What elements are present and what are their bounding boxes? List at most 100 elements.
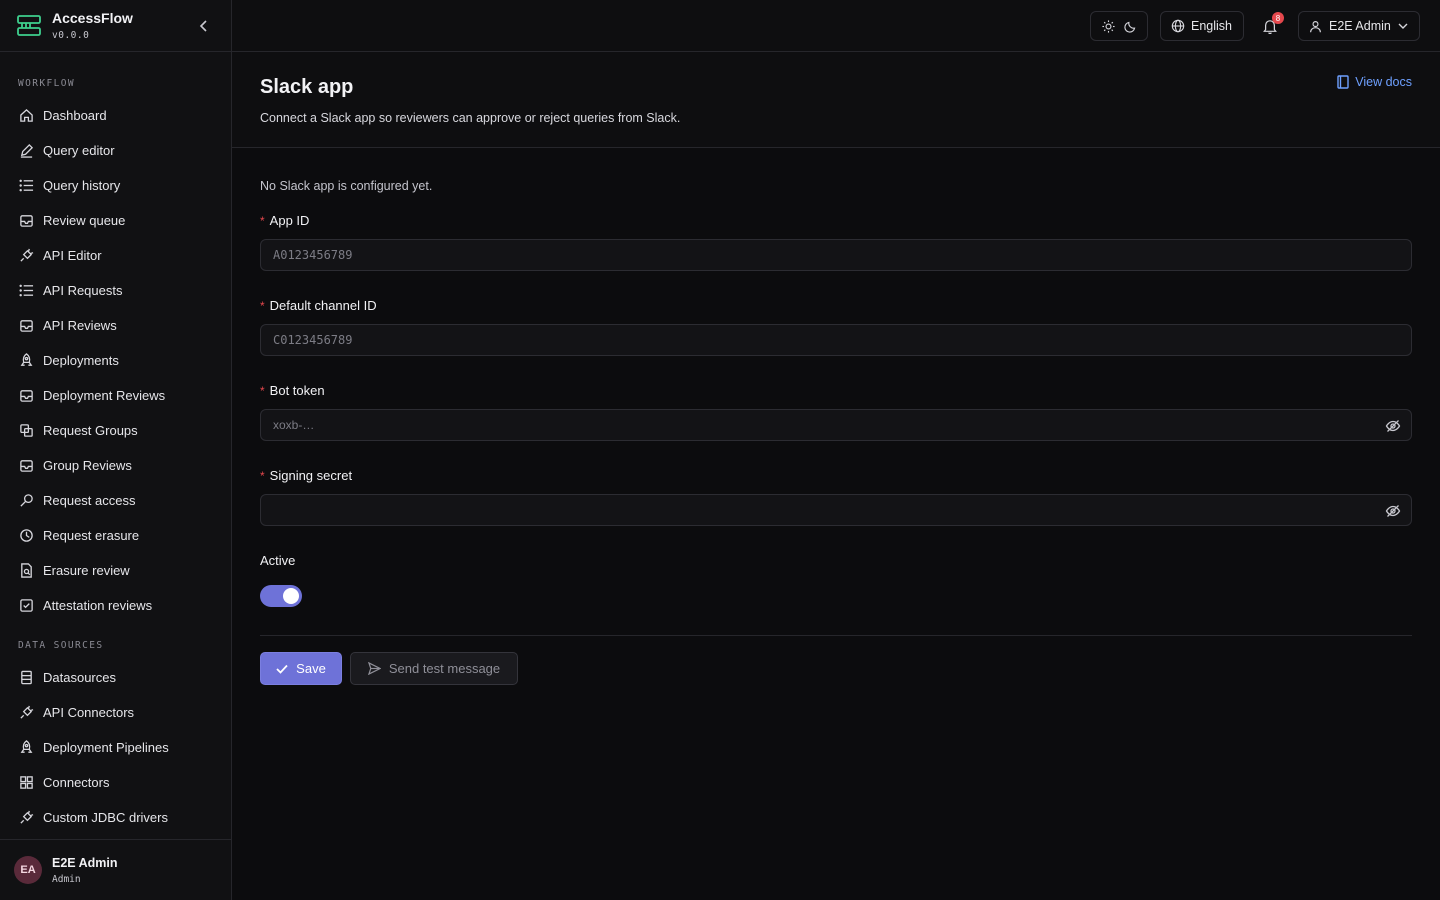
sidebar-item-label: Datasources <box>43 669 116 685</box>
sidebar-item-api-requests[interactable]: API Requests <box>8 274 223 306</box>
section-label-data-sources: DATA SOURCES <box>18 640 104 651</box>
sidebar-item-review-queue[interactable]: Review queue <box>8 204 223 236</box>
sidebar-item-request-erasure[interactable]: Request erasure <box>8 519 223 551</box>
eye-off-icon[interactable] <box>1385 418 1401 434</box>
page-title: Slack app <box>260 76 354 98</box>
send-test-message-button[interactable]: Send test message <box>350 652 518 685</box>
required-marker: * <box>260 384 265 398</box>
collapse-sidebar-button[interactable] <box>195 17 213 35</box>
copy-icon <box>18 422 34 438</box>
sidebar-item-deployment-pipelines[interactable]: Deployment Pipelines <box>8 731 223 763</box>
sidebar-item-label: API Connectors <box>43 704 135 720</box>
app-id-placeholder: A0123456789 <box>273 248 353 262</box>
form-divider <box>260 635 1412 636</box>
plug-icon <box>18 247 34 263</box>
page-header: Slack app Connect a Slack app so reviewe… <box>232 52 1440 148</box>
app-logo-icon <box>16 13 42 39</box>
check-icon <box>276 664 288 674</box>
bot-token-field[interactable]: xoxb-… <box>260 409 1412 441</box>
rocket-icon <box>18 352 34 368</box>
globe-icon <box>1171 19 1185 33</box>
sidebar-item-request-groups[interactable]: Request Groups <box>8 414 223 446</box>
language-label: English <box>1191 19 1232 33</box>
plug-icon <box>18 809 34 825</box>
chevron-left-icon <box>199 20 207 32</box>
file-search-icon <box>18 562 34 578</box>
sidebar-item-custom-jdbc-drivers[interactable]: Custom JDBC drivers <box>8 801 223 833</box>
inbox-icon <box>18 317 34 333</box>
sidebar-item-dashboard[interactable]: Dashboard <box>8 99 223 131</box>
sidebar-item-label: Erasure review <box>43 562 130 578</box>
theme-toggle <box>1090 11 1148 41</box>
language-selector[interactable]: English <box>1160 11 1244 41</box>
grid-icon <box>18 774 34 790</box>
pencil-icon <box>18 142 34 158</box>
sidebar-item-deployment-reviews[interactable]: Deployment Reviews <box>8 379 223 411</box>
page-description: Connect a Slack app so reviewers can app… <box>260 111 681 125</box>
home-icon <box>18 107 34 123</box>
sidebar-item-query-editor[interactable]: Query editor <box>8 134 223 166</box>
sidebar-user-footer[interactable]: EA E2E Admin Admin <box>0 839 231 900</box>
user-menu-button[interactable]: E2E Admin <box>1298 11 1420 41</box>
app-id-field[interactable]: A0123456789 <box>260 239 1412 271</box>
sidebar-item-label: API Reviews <box>43 317 117 333</box>
plug-icon <box>18 704 34 720</box>
sidebar-item-label: Request erasure <box>43 527 140 543</box>
app-version: v0.0.0 <box>52 30 90 41</box>
sun-icon[interactable] <box>1098 16 1118 36</box>
sidebar-item-connectors[interactable]: Connectors <box>8 766 223 798</box>
send-test-message-label: Send test message <box>388 661 501 676</box>
user-menu-name: E2E Admin <box>1329 19 1391 33</box>
sidebar-item-label: Query editor <box>43 142 115 158</box>
send-icon <box>367 662 381 675</box>
sidebar-item-api-reviews[interactable]: API Reviews <box>8 309 223 341</box>
inbox-icon <box>18 387 34 403</box>
sidebar-item-datasources[interactable]: Datasources <box>8 661 223 693</box>
sidebar-item-label: Request access <box>43 492 136 508</box>
section-label-workflow: WORKFLOW <box>18 78 75 89</box>
notifications-button[interactable]: 8 <box>1260 12 1284 37</box>
required-marker: * <box>260 214 265 228</box>
list-icon <box>18 282 34 298</box>
notification-count-badge: 8 <box>1272 12 1284 24</box>
sidebar-item-erasure-review[interactable]: Erasure review <box>8 554 223 586</box>
default-channel-id-field[interactable]: C0123456789 <box>260 324 1412 356</box>
save-button[interactable]: Save <box>260 652 342 685</box>
app-id-label: * App ID <box>260 213 310 228</box>
active-toggle[interactable] <box>260 585 302 607</box>
top-bar: English 8 E2E Admin <box>232 0 1440 52</box>
sidebar-item-attestation-reviews[interactable]: Attestation reviews <box>8 589 223 621</box>
signing-secret-field[interactable] <box>260 494 1412 526</box>
sidebar-item-label: Query history <box>43 177 121 193</box>
user-icon <box>1310 20 1321 32</box>
database-icon <box>18 669 34 685</box>
sidebar-item-query-history[interactable]: Query history <box>8 169 223 201</box>
sidebar-item-label: Dashboard <box>43 107 107 123</box>
sidebar-item-group-reviews[interactable]: Group Reviews <box>8 449 223 481</box>
required-marker: * <box>260 299 265 313</box>
list-icon <box>18 177 34 193</box>
sidebar-user-name: E2E Admin <box>52 855 118 870</box>
slack-app-form: No Slack app is configured yet. * App ID … <box>232 148 1440 900</box>
sidebar-item-label: Deployment Pipelines <box>43 739 169 755</box>
app-name: AccessFlow <box>52 10 133 26</box>
key-icon <box>18 492 34 508</box>
bot-token-label: * Bot token <box>260 383 325 398</box>
view-docs-link[interactable]: View docs <box>1337 75 1412 89</box>
moon-icon[interactable] <box>1120 16 1140 36</box>
sidebar-item-api-connectors[interactable]: API Connectors <box>8 696 223 728</box>
signing-secret-label: * Signing secret <box>260 468 353 483</box>
inbox-icon <box>18 212 34 228</box>
sidebar-item-api-editor[interactable]: API Editor <box>8 239 223 271</box>
avatar: EA <box>14 856 42 884</box>
sidebar-item-deployments[interactable]: Deployments <box>8 344 223 376</box>
sidebar-item-label: Request Groups <box>43 422 138 438</box>
check-square-icon <box>18 597 34 613</box>
sidebar-item-label: Connectors <box>43 774 110 790</box>
toggle-knob <box>283 588 299 604</box>
sidebar: AccessFlow v0.0.0 WORKFLOW Dashboard Que… <box>0 0 232 900</box>
config-status-text: No Slack app is configured yet. <box>260 179 433 193</box>
sidebar-item-label: Custom JDBC drivers <box>43 809 168 825</box>
sidebar-item-request-access[interactable]: Request access <box>8 484 223 516</box>
eye-off-icon[interactable] <box>1385 503 1401 519</box>
